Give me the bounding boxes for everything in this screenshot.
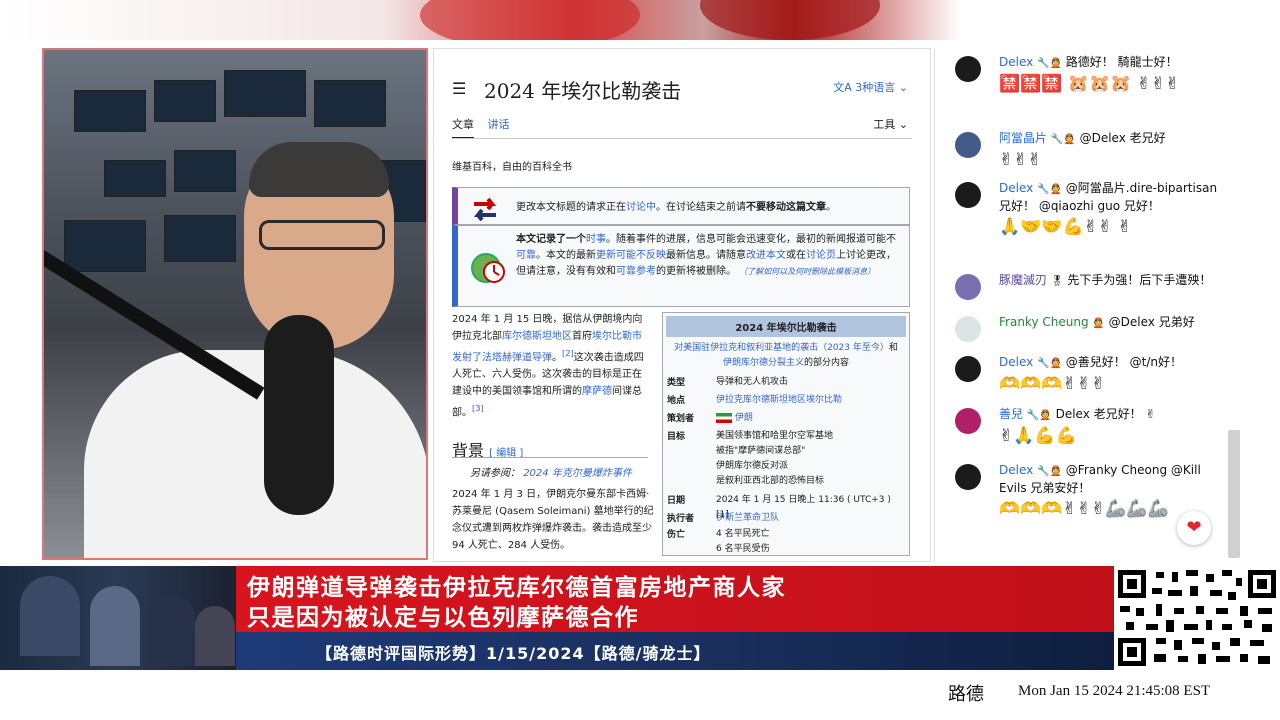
improve-link[interactable]: 改进本文 <box>746 250 786 261</box>
language-button[interactable]: 文A 3种语言 ⌄ <box>833 79 908 95</box>
chat-message: Delex 🔧👲 路德好！ 騎龍士好！ 🈲🈲🈲 🐹🐹🐹 ✌✌✌ <box>955 54 1227 96</box>
heart-icon[interactable]: ❤ <box>1177 511 1211 545</box>
current-event-link[interactable]: 时事 <box>586 234 606 245</box>
tab-talk[interactable]: 讲话 <box>488 118 510 131</box>
current-event-notice: 本文记录了一个时事。随着事件的进展，信息可能会迅速变化，最初的新闻报道可能不可靠… <box>452 225 910 307</box>
page-title: 2024 年埃尔比勒袭击 <box>484 79 682 103</box>
avatar[interactable] <box>955 56 981 82</box>
chat-author[interactable]: Delex <box>999 55 1033 69</box>
live-chat: Delex 🔧👲 路德好！ 騎龍士好！ 🈲🈲🈲 🐹🐹🐹 ✌✌✌ 阿當晶片 🔧👲 … <box>934 48 1247 562</box>
discussion-link[interactable]: 讨论中 <box>626 202 656 213</box>
infobox-title: 2024 年埃尔比勒袭击 <box>666 316 906 337</box>
chat-message: Franky Cheung 👲 @Delex 兄弟好 <box>955 314 1227 342</box>
chat-message: 善兒 🔧👲 Delex 老兄好！ ✌ ✌🙏💪💪 <box>955 406 1227 448</box>
qr-code <box>1114 566 1280 670</box>
ref-2[interactable]: [2] <box>562 348 574 358</box>
chat-message: Delex 🔧👲 @善兒好！ @t/n好！ 🫶🫶🫶✌✌✌ <box>955 354 1227 396</box>
chat-author[interactable]: 善兒 <box>999 407 1023 421</box>
chat-text: Delex 老兄好！ ✌ <box>1055 407 1156 421</box>
see-also: 另请参阅： 2024 年克尔曼爆炸事件 <box>470 468 632 479</box>
chat-author[interactable]: Delex <box>999 355 1033 369</box>
page-tabs: 文章 讲话 <box>452 116 520 139</box>
badge-icon: 👲 <box>1092 318 1105 329</box>
infobox-subtitle: 对美国驻伊拉克和叙利亚基地的袭击（2023 年至今）和 伊朗库尔德分裂主义的部分内… <box>674 343 898 368</box>
wrench-icon: 🔧👲 <box>1037 466 1062 477</box>
talk-page-link[interactable]: 讨论页 <box>806 250 836 261</box>
chat-author[interactable]: 豚魔滅刃 <box>999 273 1047 287</box>
chat-emotes: 🫶🫶🫶✌✌✌🦾🦾🦾 <box>999 499 1169 519</box>
chat-author[interactable]: Franky Cheung <box>999 315 1089 329</box>
iran-link[interactable]: 伊朗 <box>735 413 753 423</box>
chat-emotes: 🙏🤝🤝💪✌✌ ✌ <box>999 217 1132 237</box>
wrench-icon: 🔧👲 <box>1037 358 1062 369</box>
translate-icon: 文A <box>833 81 852 94</box>
chat-text: @Delex 老兄好 <box>1079 131 1166 145</box>
avatar[interactable] <box>955 274 981 300</box>
headline-line-1: 伊朗弹道导弹袭击伊拉克库尔德首富房地产商人家 <box>247 575 786 601</box>
clock-globe-icon <box>470 250 506 289</box>
chevron-down-icon: ⌄ <box>898 118 908 131</box>
chat-emotes: ✌✌✌ <box>999 150 1042 170</box>
wrench-icon: 🔧👲 <box>1037 184 1062 195</box>
wikipedia-page: ☰ 2024 年埃尔比勒袭击 文A 3种语言 ⌄ 文章 讲话 工具 ⌄ 维基百科… <box>433 48 931 562</box>
chat-emotes: 🈲🈲🈲 🐹🐹🐹 ✌✌✌ <box>999 74 1180 94</box>
avatar[interactable] <box>955 356 981 382</box>
chat-emotes: 🫶🫶🫶✌✌✌ <box>999 374 1106 394</box>
reliable-link[interactable]: 可靠 <box>516 250 536 261</box>
avatar[interactable] <box>955 182 981 208</box>
reliable-source-link[interactable]: 可靠参考 <box>616 266 656 277</box>
glasses <box>259 220 385 250</box>
wrench-icon: 🔧👲 <box>1037 58 1062 69</box>
list-icon[interactable]: ☰ <box>452 79 466 98</box>
avatar[interactable] <box>955 316 981 342</box>
badge-icon: 🎖 <box>1050 276 1064 287</box>
kurdistan-link[interactable]: 库尔德斯坦地区 <box>502 331 572 342</box>
top-banner <box>0 0 1280 50</box>
webcam-feed <box>42 48 428 560</box>
separatism-link[interactable]: 伊朗库尔德分裂主义 <box>723 358 804 368</box>
chevron-down-icon: ⌄ <box>898 81 908 94</box>
chat-emotes: ✌🙏💪💪 <box>999 426 1077 446</box>
tagline: 维基百科，自由的百科全书 <box>452 162 572 173</box>
chat-message: 豚魔滅刃 🎖 先下手为强！后下手遭殃！ <box>955 272 1227 300</box>
program-subline: 【路德时评国际形势】1/15/2024【路德/骑龙士】 <box>316 644 711 663</box>
news-thumbnail <box>0 566 236 670</box>
wrench-icon: 🔧👲 <box>1050 134 1076 145</box>
chat-message: 阿當晶片 🔧👲 @Delex 老兄好 ✌✌✌ <box>955 130 1227 172</box>
chat-author[interactable]: Delex <box>999 463 1033 477</box>
lead-paragraph: 2024 年 1 月 15 日晚，据信从伊朗境内向伊拉克北部库尔德斯坦地区首府埃… <box>452 314 644 419</box>
template-help-link[interactable]: （了解如何以及何时删除此模板消息） <box>739 267 875 276</box>
chat-text: 先下手为强！后下手遭殃！ <box>1067 273 1212 287</box>
iran-flag-icon <box>716 412 732 423</box>
chat-text: 路德好！ 騎龍士好！ <box>1065 55 1178 69</box>
avatar[interactable] <box>955 464 981 490</box>
headline-line-2: 只是因为被认定与以色列摩萨德合作 <box>247 605 639 631</box>
channel-brand: 路德 <box>948 684 984 705</box>
chat-text: @善兒好！ @t/n好！ <box>1065 355 1182 369</box>
move-arrows-icon <box>470 194 500 227</box>
chat-message: Delex 🔧👲 @阿當晶片.dire-bipartisan兄好！ @qiaoz… <box>955 180 1227 239</box>
microphone <box>264 315 334 515</box>
section-paragraph: 2024 年 1 月 3 日，伊朗克尔曼东部卡西姆·苏莱曼尼 (Qasem So… <box>452 489 654 551</box>
chat-author[interactable]: 阿當晶片 <box>999 131 1047 145</box>
attacks-link[interactable]: 对美国驻伊拉克和叙利亚基地的袭击（2023 年至今） <box>674 343 889 353</box>
avatar[interactable] <box>955 132 981 158</box>
tools-menu[interactable]: 工具 ⌄ <box>873 116 908 132</box>
avatar[interactable] <box>955 408 981 434</box>
chat-scrollbar[interactable] <box>1228 430 1240 558</box>
clock-readout: Mon Jan 15 2024 21:45:08 EST <box>1018 683 1211 699</box>
ref-3[interactable]: [3] <box>472 403 484 413</box>
update-link[interactable]: 更新可能不反映 <box>596 250 666 261</box>
infobox: 2024 年埃尔比勒袭击 对美国驻伊拉克和叙利亚基地的袭击（2023 年至今）和… <box>662 312 910 556</box>
mossad-link[interactable]: 摩萨德 <box>582 386 612 397</box>
chat-text: @Delex 兄弟好 <box>1108 315 1195 329</box>
kerman-link[interactable]: 2024 年克尔曼爆炸事件 <box>523 468 632 479</box>
rename-notice: 更改本文标题的请求正在讨论中。在讨论结束之前请不要移动这篇文章。 <box>452 187 910 225</box>
chat-author[interactable]: Delex <box>999 181 1033 195</box>
tab-article[interactable]: 文章 <box>452 118 474 139</box>
wrench-icon: 🔧👲 <box>1026 410 1052 421</box>
